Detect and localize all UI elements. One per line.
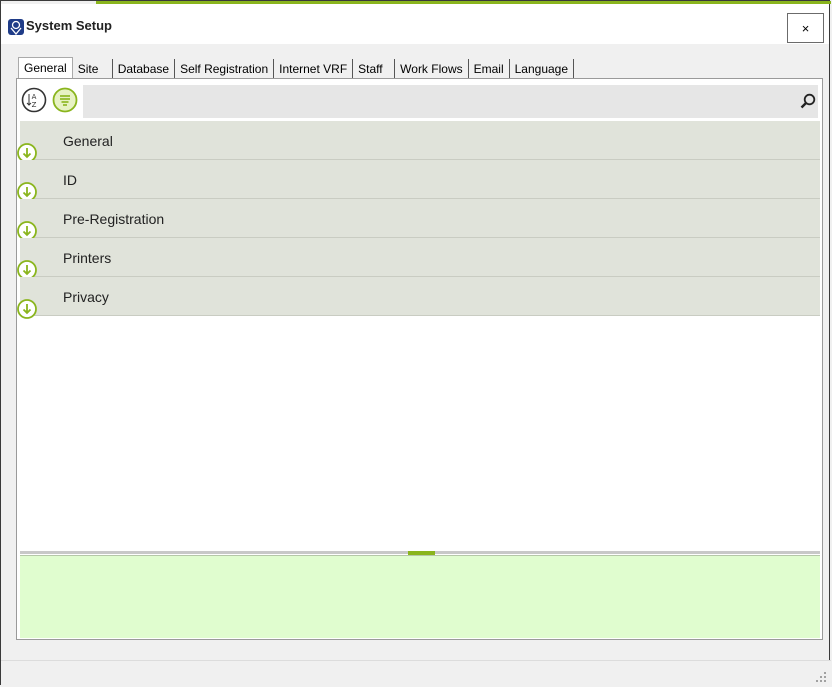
search-input[interactable] — [83, 85, 818, 118]
category-row-printers[interactable]: Printers — [17, 238, 820, 280]
category-label: Printers — [63, 250, 112, 266]
category-label: Privacy — [63, 289, 109, 305]
category-label: Pre-Registration — [63, 211, 165, 227]
svg-text:A: A — [32, 93, 37, 101]
tab-internet-vrf[interactable]: Internet VRF — [274, 59, 354, 79]
category-label: ID — [63, 172, 77, 188]
category-row-general[interactable]: General — [17, 121, 820, 163]
category-list: General ID Pre-Registration Printers Pri… — [17, 121, 820, 319]
app-logo-icon — [8, 19, 24, 35]
search-icon[interactable] — [800, 93, 816, 109]
window-title: System Setup — [26, 18, 112, 33]
tab-general[interactable]: General — [18, 57, 73, 79]
close-button[interactable]: × — [787, 13, 824, 43]
status-bar — [1, 660, 831, 687]
property-grid-toolbar: A Z — [20, 84, 819, 119]
description-pane — [20, 555, 820, 638]
sort-alphabetical-icon[interactable]: A Z — [21, 87, 47, 113]
expand-down-icon[interactable] — [16, 298, 38, 320]
description-splitter[interactable] — [20, 551, 820, 555]
title-bar: System Setup × — [1, 4, 829, 44]
svg-text:Z: Z — [32, 101, 37, 109]
resize-grip-icon[interactable] — [815, 671, 827, 683]
category-label: General — [63, 133, 113, 149]
property-grid-panel: A Z General ID Pre-Registration Printers… — [16, 78, 823, 640]
tab-work-flows[interactable]: Work Flows — [395, 59, 469, 79]
system-setup-window: System Setup × General Site Database Sel… — [0, 0, 831, 687]
categorized-list-icon[interactable] — [52, 87, 78, 113]
tab-language[interactable]: Language — [509, 59, 575, 79]
tab-database[interactable]: Database — [112, 59, 176, 79]
tab-email[interactable]: Email — [468, 59, 510, 79]
tab-staff[interactable]: Staff — [353, 59, 396, 79]
category-row-privacy[interactable]: Privacy — [17, 277, 820, 319]
category-row-pre-registration[interactable]: Pre-Registration — [17, 199, 820, 241]
category-row-id[interactable]: ID — [17, 160, 820, 202]
tab-strip: General Site Database Self Registration … — [18, 57, 575, 79]
tab-site[interactable]: Site — [72, 59, 113, 79]
tab-self-registration[interactable]: Self Registration — [175, 59, 275, 79]
